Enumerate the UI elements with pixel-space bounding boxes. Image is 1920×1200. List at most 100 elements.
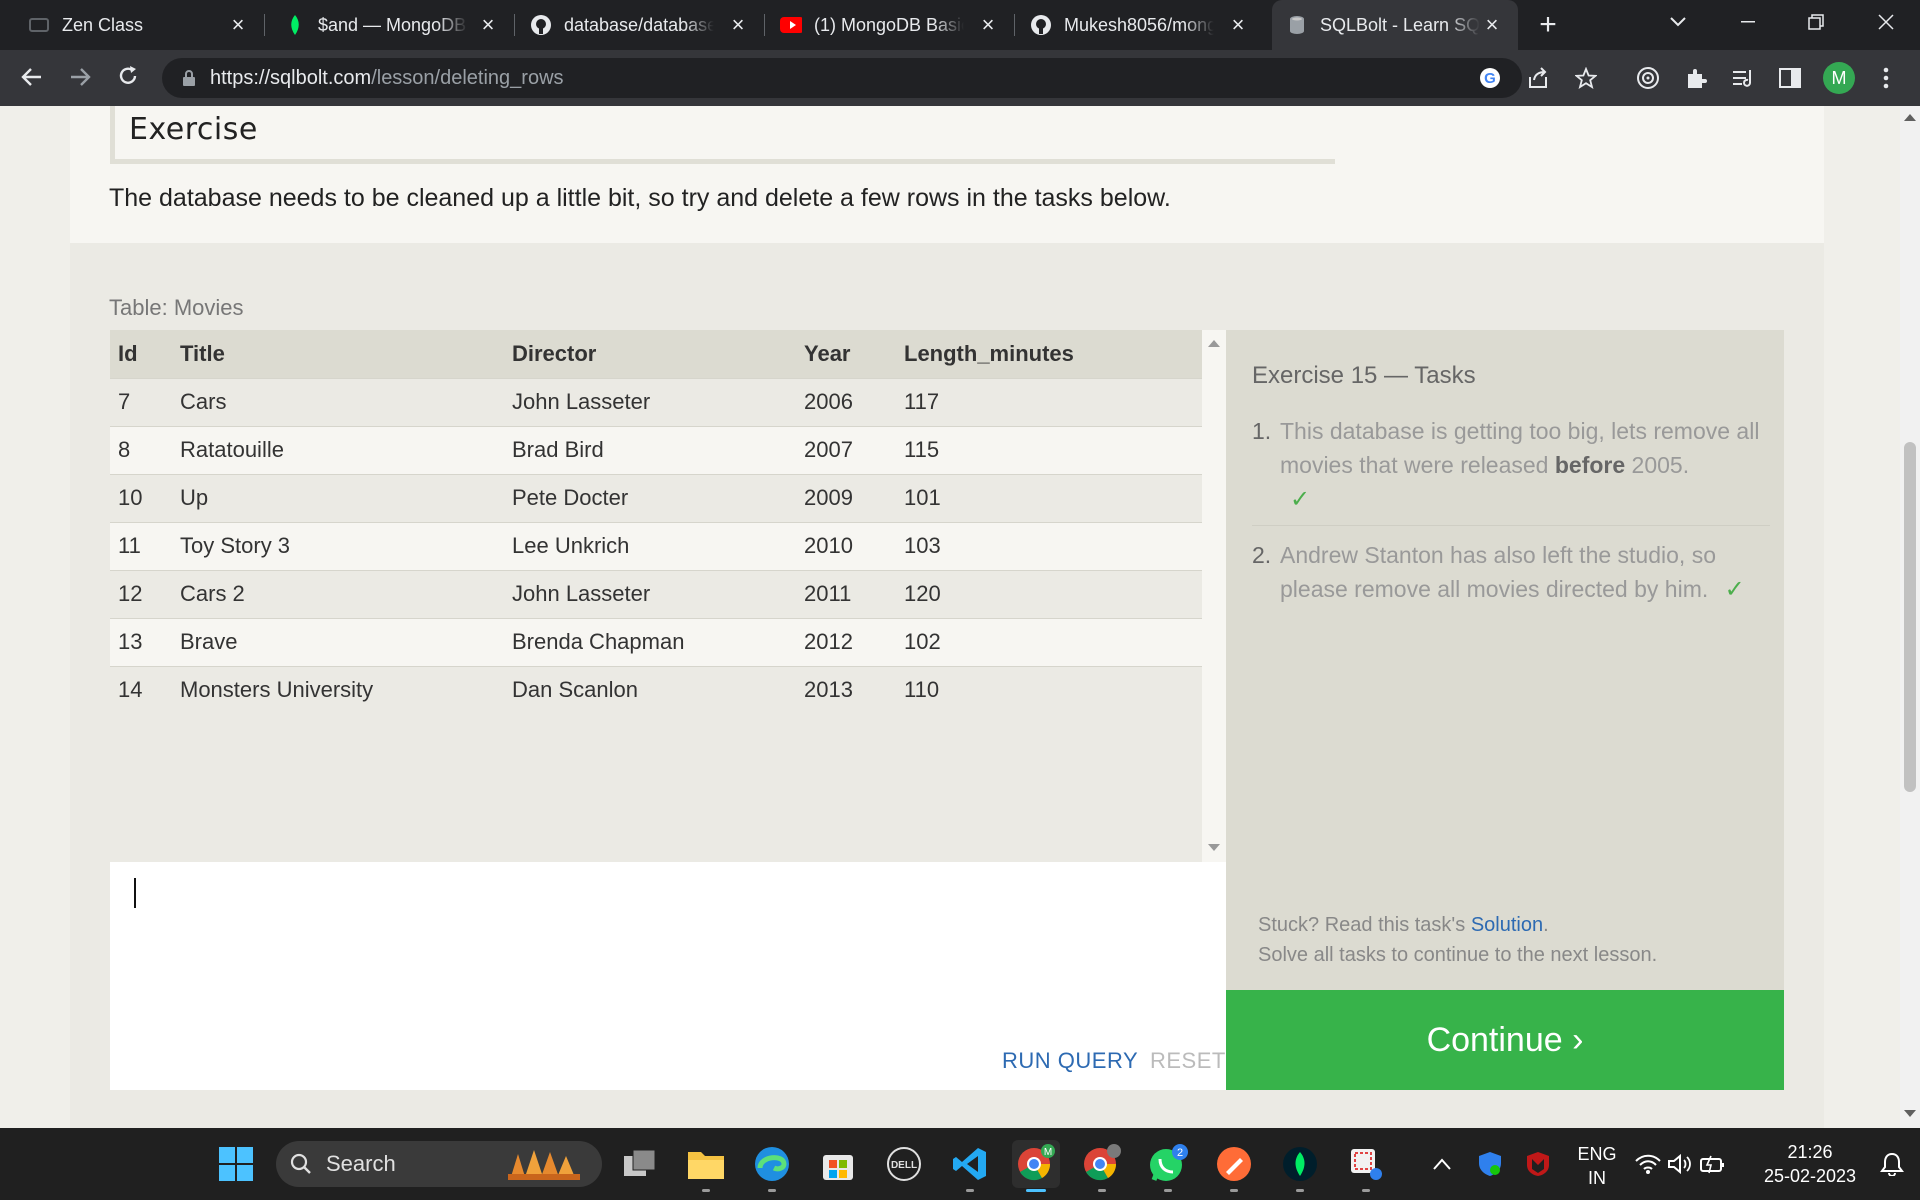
- close-icon[interactable]: ×: [476, 13, 500, 37]
- scroll-down-arrow-icon[interactable]: [1904, 1110, 1916, 1117]
- tab-github-database[interactable]: database/database ×: [530, 0, 764, 50]
- snipping-tool-icon[interactable]: [1342, 1140, 1390, 1192]
- stuck-prefix: Stuck? Read this task's: [1258, 914, 1471, 936]
- tab-youtube-mongodb[interactable]: (1) MongoDB Basic ×: [780, 0, 1014, 50]
- results-table-container[interactable]: Id Title Director Year Length_minutes 7 …: [110, 330, 1226, 862]
- clock-time: 21:26: [1787, 1142, 1833, 1162]
- bookmark-star-icon[interactable]: [1570, 62, 1602, 94]
- dell-icon[interactable]: DELL: [880, 1140, 928, 1188]
- windows-start-icon[interactable]: [212, 1140, 260, 1188]
- address-bar[interactable]: https://sqlbolt.com/lesson/deleting_rows: [162, 58, 1522, 98]
- table-cell: 2012: [796, 617, 896, 666]
- running-indicator: [1230, 1189, 1238, 1192]
- scroll-down-arrow-icon[interactable]: [1208, 844, 1220, 851]
- share-icon[interactable]: [1522, 62, 1554, 94]
- chrome-icon[interactable]: M: [1012, 1140, 1060, 1192]
- task-text: Andrew Stanton has also left the studio,…: [1280, 542, 1716, 602]
- kebab-menu-icon[interactable]: [1870, 62, 1902, 94]
- windows-security-icon[interactable]: [1466, 1140, 1514, 1188]
- table-header-row: Id Title Director Year Length_minutes: [110, 330, 1202, 378]
- sqlbolt-icon: [1286, 14, 1308, 36]
- chrome-profile-badge: M: [1044, 1147, 1052, 1158]
- close-icon[interactable]: ×: [1226, 13, 1250, 37]
- tab-sqlbolt[interactable]: SQLBolt - Learn SQL ×: [1272, 0, 1518, 50]
- mcafee-icon[interactable]: [1514, 1140, 1562, 1188]
- scrollbar-thumb[interactable]: [1904, 442, 1916, 792]
- forward-arrow-icon[interactable]: [64, 62, 96, 94]
- column-header: Title: [172, 330, 504, 378]
- continue-button[interactable]: Continue ›: [1226, 990, 1784, 1090]
- table-cell: 10: [110, 473, 172, 522]
- solution-link[interactable]: Solution: [1471, 914, 1543, 936]
- task-number: 2.: [1252, 542, 1272, 568]
- close-icon[interactable]: ×: [976, 13, 1000, 37]
- vscode-icon[interactable]: [946, 1140, 994, 1192]
- close-icon[interactable]: ×: [226, 13, 250, 37]
- new-tab-button[interactable]: +: [1532, 10, 1564, 42]
- close-icon[interactable]: ×: [726, 13, 750, 37]
- column-header: Length_minutes: [896, 330, 1202, 378]
- extension-radar-icon[interactable]: [1632, 62, 1664, 94]
- restore-icon[interactable]: [1788, 0, 1844, 44]
- tab-github-mukesh[interactable]: Mukesh8056/mong ×: [1030, 0, 1264, 50]
- run-query-button[interactable]: RUN QUERY: [1002, 1048, 1138, 1074]
- task-text-bold: before: [1554, 452, 1626, 478]
- table-cell: 11: [110, 521, 172, 570]
- svg-text:DELL: DELL: [891, 1160, 917, 1171]
- google-icon[interactable]: G: [1474, 62, 1506, 94]
- scroll-up-arrow-icon[interactable]: [1904, 114, 1916, 121]
- scroll-up-arrow-icon[interactable]: [1208, 340, 1220, 347]
- tab-title: SQLBolt - Learn SQL: [1320, 14, 1480, 35]
- table-cell: 12: [110, 569, 172, 618]
- table-row: 7 Cars John Lasseter 2006 117: [110, 377, 1202, 426]
- mongodb-compass-icon[interactable]: [1276, 1140, 1324, 1192]
- quick-settings[interactable]: [1630, 1140, 1730, 1188]
- tab-mongodb-and[interactable]: $and — MongoDB ×: [284, 0, 514, 50]
- tasks-title: Exercise 15 — Tasks: [1252, 362, 1476, 389]
- side-panel-icon[interactable]: [1774, 62, 1806, 94]
- sql-query-editor[interactable]: RUN QUERY RESET: [110, 862, 1226, 1090]
- running-indicator: [1164, 1189, 1172, 1192]
- back-arrow-icon[interactable]: [16, 62, 48, 94]
- running-indicator: [1296, 1189, 1304, 1192]
- taskbar-search[interactable]: Search: [276, 1141, 602, 1187]
- tab-title: $and — MongoDB: [318, 14, 467, 35]
- edge-icon[interactable]: [748, 1140, 796, 1192]
- show-hidden-icons-chevron-icon[interactable]: [1418, 1140, 1466, 1188]
- minimize-icon[interactable]: [1720, 0, 1776, 44]
- reload-icon[interactable]: [112, 62, 144, 94]
- task-view-icon[interactable]: [616, 1140, 664, 1188]
- task-item: 1. This database is getting too big, let…: [1252, 414, 1770, 526]
- tab-title: Zen Class: [62, 14, 144, 35]
- table-cell: 2007: [796, 425, 896, 474]
- tab-search-chevron-icon[interactable]: [1650, 0, 1706, 44]
- tab-zen-class[interactable]: Zen Class ×: [28, 0, 264, 50]
- notifications-icon[interactable]: [1868, 1140, 1916, 1188]
- table-cell: Cars: [172, 377, 504, 426]
- tab-title: database/database: [564, 14, 714, 35]
- movies-table: Id Title Director Year Length_minutes 7 …: [110, 330, 1202, 714]
- table-scrollbar[interactable]: [1202, 330, 1226, 862]
- extensions-puzzle-icon[interactable]: [1680, 62, 1712, 94]
- media-queue-icon[interactable]: [1728, 62, 1760, 94]
- table-cell: 2006: [796, 377, 896, 426]
- chrome-profile-icon[interactable]: [1078, 1140, 1126, 1192]
- table-row: 14 Monsters University Dan Scanlon 2013 …: [110, 665, 1202, 714]
- running-indicator: [768, 1189, 776, 1192]
- reset-button[interactable]: RESET: [1150, 1048, 1226, 1074]
- microsoft-store-icon[interactable]: [814, 1140, 862, 1188]
- stuck-suffix: .: [1543, 914, 1549, 936]
- solve-all-note: Solve all tasks to continue to the next …: [1258, 944, 1658, 966]
- help-text: Stuck? Read this task's Solution. Solve …: [1258, 910, 1657, 970]
- page-scrollbar[interactable]: [1900, 106, 1920, 1128]
- checkmark-icon: ✓: [1290, 486, 1311, 513]
- file-explorer-icon[interactable]: [682, 1140, 730, 1192]
- table-cell: Brenda Chapman: [504, 617, 796, 666]
- postman-icon[interactable]: [1210, 1140, 1258, 1192]
- whatsapp-icon[interactable]: 2: [1144, 1140, 1192, 1192]
- clock[interactable]: 21:26 25-02-2023: [1752, 1140, 1868, 1188]
- profile-avatar[interactable]: M: [1823, 62, 1855, 94]
- close-icon[interactable]: ×: [1480, 13, 1504, 37]
- language-indicator[interactable]: ENG IN: [1576, 1142, 1618, 1190]
- window-close-icon[interactable]: [1858, 0, 1914, 44]
